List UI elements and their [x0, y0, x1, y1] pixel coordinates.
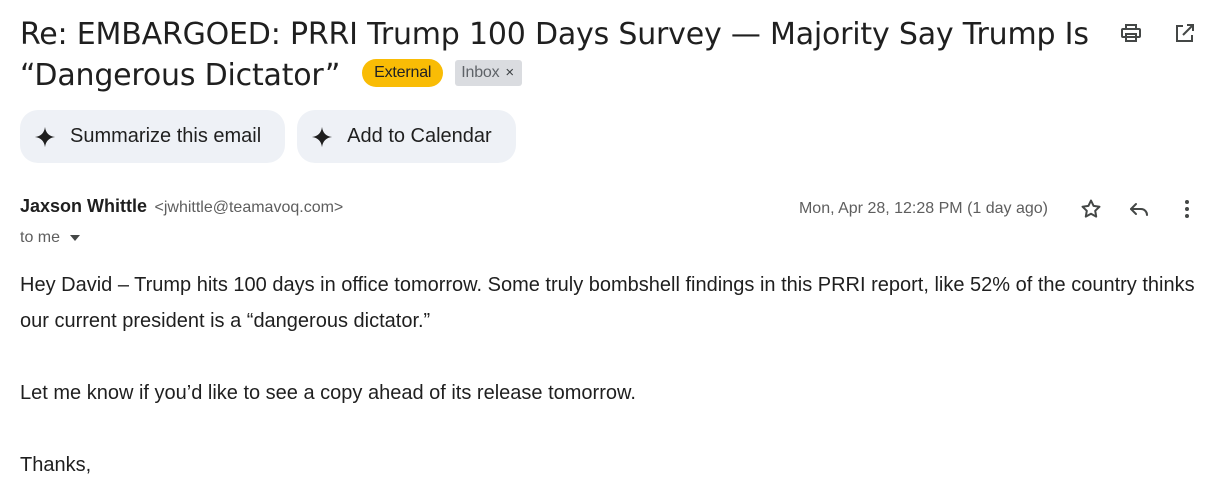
recipient-row[interactable]: to me: [20, 229, 81, 247]
subject-actions: [1118, 20, 1198, 46]
smart-chips: Summarize this email Add to Calendar: [20, 110, 516, 163]
show-details-caret-icon[interactable]: [70, 235, 81, 241]
email-view: Re: EMBARGOED: PRRI Trump 100 Days Surve…: [0, 0, 1216, 499]
sender-name[interactable]: Jaxson Whittle: [20, 196, 147, 216]
summarize-email-chip[interactable]: Summarize this email: [20, 110, 286, 163]
subject-line-2-wrap: “Dangerous Dictator” External Inbox ×: [20, 55, 522, 96]
body-paragraph: Let me know if you’d like to see a copy …: [20, 382, 636, 404]
reply-icon[interactable]: [1126, 196, 1152, 222]
recipient-text: to me: [20, 229, 61, 246]
print-icon[interactable]: [1118, 20, 1144, 46]
message-meta: Mon, Apr 28, 12:28 PM (1 day ago): [799, 196, 1200, 222]
email-subject: Re: EMBARGOED: PRRI Trump 100 Days Surve…: [20, 14, 1110, 96]
message-date: Mon, Apr 28, 12:28 PM (1 day ago): [798, 200, 1048, 217]
body-paragraph: Thanks,: [20, 454, 92, 476]
sender-email: <jwhittle@teamavoq.com>: [154, 199, 344, 216]
body-paragraph: Hey David – Trump hits 100 days in offic…: [20, 274, 1195, 332]
external-label-badge: External: [362, 58, 444, 87]
inbox-label-text: Inbox: [461, 63, 500, 81]
sparkle-icon: [34, 126, 56, 147]
inbox-label-badge[interactable]: Inbox ×: [455, 59, 522, 86]
chip-label: Summarize this email: [70, 125, 262, 147]
remove-label-icon[interactable]: ×: [505, 60, 514, 86]
sparkle-icon: [312, 126, 333, 147]
subject-line-1: Re: EMBARGOED: PRRI Trump 100 Days Surve…: [20, 17, 1089, 52]
open-in-new-icon[interactable]: [1172, 20, 1198, 46]
email-body: Hey David – Trump hits 100 days in offic…: [20, 267, 1210, 483]
more-vert-icon[interactable]: [1174, 196, 1200, 222]
star-icon[interactable]: [1078, 196, 1104, 222]
add-to-calendar-chip[interactable]: Add to Calendar: [297, 110, 516, 163]
chip-label: Add to Calendar: [347, 125, 492, 147]
subject-line-2: “Dangerous Dictator”: [20, 58, 341, 93]
